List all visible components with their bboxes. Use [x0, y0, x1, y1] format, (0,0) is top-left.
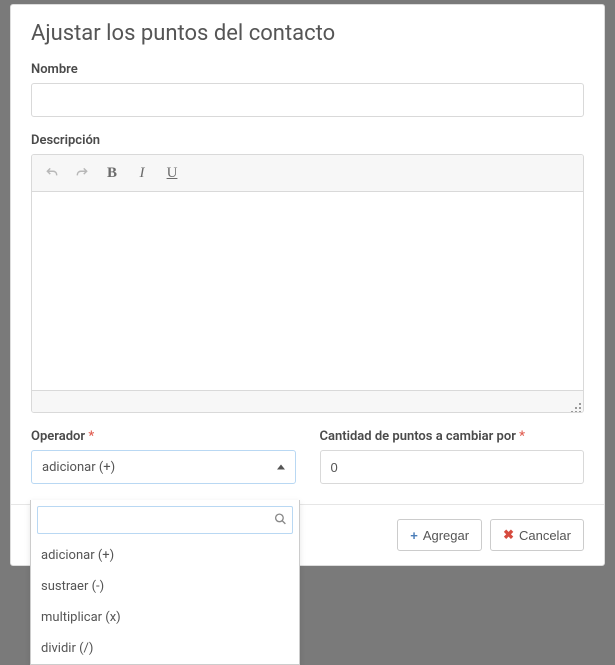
- italic-icon[interactable]: I: [130, 161, 154, 185]
- operator-label: Operador *: [31, 429, 296, 444]
- chevron-up-icon: [277, 465, 285, 470]
- modal-dialog: Ajustar los puntos del contacto Nombre D…: [10, 4, 605, 566]
- add-button[interactable]: + Agregar: [397, 519, 482, 551]
- editor-textarea[interactable]: [32, 192, 583, 390]
- description-field-group: Descripción B I U: [31, 133, 584, 413]
- description-label: Descripción: [31, 133, 584, 148]
- operator-selected-value: adicionar (+): [42, 460, 115, 475]
- editor-toolbar: B I U: [32, 155, 583, 192]
- dropdown-search-input[interactable]: [37, 506, 293, 534]
- redo-icon[interactable]: [70, 161, 94, 185]
- modal-title: Ajustar los puntos del contacto: [31, 21, 584, 46]
- cancel-button-label: Cancelar: [519, 528, 571, 543]
- operator-dropdown: adicionar (+) sustraer (-) multiplicar (…: [30, 500, 300, 665]
- operator-field-group: Operador * adicionar (+): [31, 429, 296, 484]
- operator-points-row: Operador * adicionar (+) Cantidad de pun…: [31, 429, 584, 484]
- dropdown-option[interactable]: sustraer (-): [31, 571, 299, 602]
- undo-icon[interactable]: [40, 161, 64, 185]
- dropdown-search-wrap: [31, 500, 299, 540]
- underline-icon[interactable]: U: [160, 161, 184, 185]
- required-indicator: *: [519, 429, 525, 444]
- bold-icon[interactable]: B: [100, 161, 124, 185]
- modal-header: Ajustar los puntos del contacto: [11, 5, 604, 54]
- search-icon: [274, 511, 287, 530]
- modal-body: Nombre Descripción B I U: [11, 54, 604, 504]
- name-field-group: Nombre: [31, 62, 584, 117]
- rich-text-editor: B I U: [31, 154, 584, 413]
- plus-icon: +: [410, 528, 418, 543]
- points-field-group: Cantidad de puntos a cambiar por *: [320, 429, 585, 484]
- dropdown-option[interactable]: dividir (/): [31, 633, 299, 664]
- required-indicator: *: [88, 429, 94, 444]
- dropdown-option[interactable]: adicionar (+): [31, 540, 299, 571]
- cancel-button[interactable]: ✖ Cancelar: [490, 519, 584, 551]
- points-input[interactable]: [320, 450, 585, 484]
- dropdown-options-list: adicionar (+) sustraer (-) multiplicar (…: [31, 540, 299, 664]
- add-button-label: Agregar: [423, 528, 469, 543]
- name-input[interactable]: [31, 83, 584, 117]
- name-label: Nombre: [31, 62, 584, 77]
- dropdown-option[interactable]: multiplicar (x): [31, 602, 299, 633]
- resize-grip-icon[interactable]: [569, 398, 581, 410]
- operator-select[interactable]: adicionar (+): [31, 450, 296, 484]
- close-icon: ✖: [503, 527, 514, 543]
- editor-footer: [32, 390, 583, 412]
- points-label: Cantidad de puntos a cambiar por *: [320, 429, 585, 444]
